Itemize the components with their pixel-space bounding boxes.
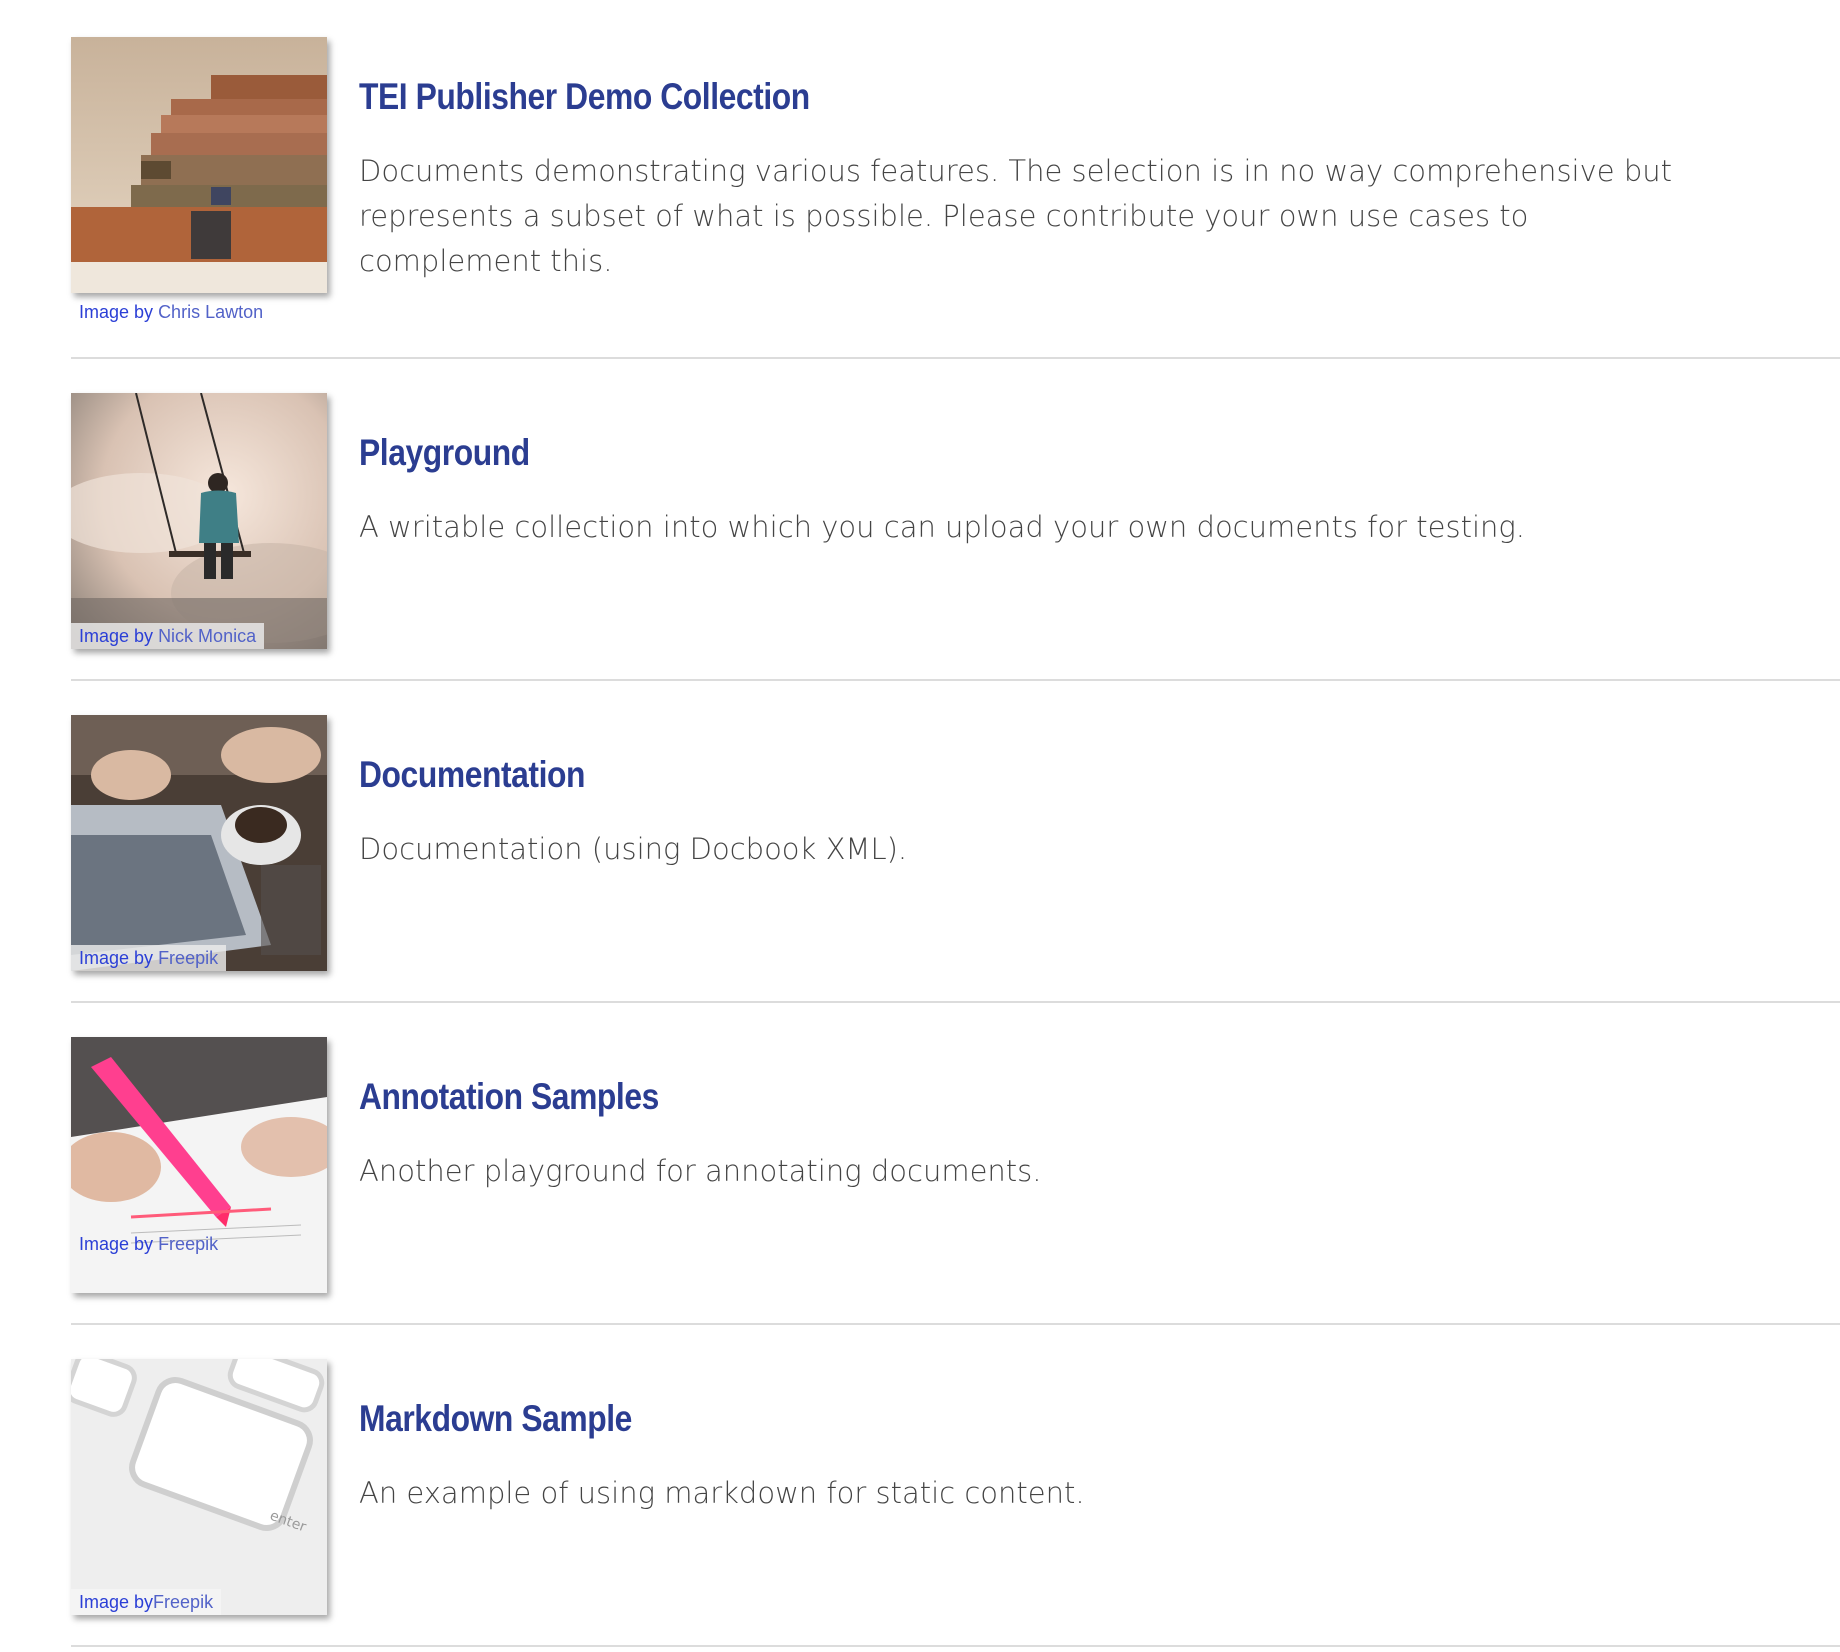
credit-prefix: Image by: [79, 626, 154, 646]
image-credit: Image by Freepik: [71, 1231, 327, 1257]
collection-thumbnail-keyboard[interactable]: enter Image byFreepik: [71, 1359, 327, 1615]
collection-item: enter Image byFreepik Markdown Sample An…: [71, 1325, 1840, 1647]
books-image: [71, 37, 327, 293]
collection-description: A writable collection into which you can…: [359, 510, 1526, 544]
collection-title-link[interactable]: TEI Publisher Demo Collection: [359, 73, 1563, 121]
image-credit: Image by Nick Monica: [71, 623, 265, 649]
collection-description: An example of using markdown for static …: [359, 1476, 1085, 1510]
collection-item: Image by Nick Monica Playground A writab…: [71, 359, 1840, 681]
credit-author-link[interactable]: Chris Lawton: [158, 302, 263, 322]
credit-author-link[interactable]: Freepik: [158, 948, 218, 968]
credit-prefix: Image by: [79, 302, 154, 322]
credit-prefix: Image by: [79, 948, 154, 968]
image-credit: Image byFreepik: [71, 1589, 222, 1615]
credit-author-link[interactable]: Freepik: [158, 1234, 218, 1254]
collection-text: Annotation Samples Another playground fo…: [359, 1073, 1759, 1194]
collection-list: Image by Chris Lawton TEI Publisher Demo…: [71, 37, 1840, 1647]
collection-text: TEI Publisher Demo Collection Documents …: [359, 73, 1759, 284]
collection-description: Documentation (using Docbook XML).: [359, 832, 908, 866]
collection-item: Image by Chris Lawton TEI Publisher Demo…: [71, 37, 1840, 359]
image-credit: Image by Freepik: [71, 945, 227, 971]
collection-text: Markdown Sample An example of using mark…: [359, 1395, 1759, 1516]
collection-title-link[interactable]: Documentation: [359, 751, 1563, 799]
collection-title-link[interactable]: Markdown Sample: [359, 1395, 1563, 1443]
collection-text: Documentation Documentation (using Docbo…: [359, 751, 1759, 872]
collection-thumbnail-books[interactable]: [71, 37, 327, 293]
collection-description: Another playground for annotating docume…: [359, 1154, 1042, 1188]
collection-thumbnail-laptop[interactable]: Image by Freepik: [71, 715, 327, 971]
collection-title-link[interactable]: Playground: [359, 429, 1563, 477]
collection-item: Image by Freepik Annotation Samples Anot…: [71, 1003, 1840, 1325]
collection-item: Image by Freepik Documentation Documenta…: [71, 681, 1840, 1003]
keyboard-image: enter: [71, 1359, 327, 1615]
laptop-image: [71, 715, 327, 971]
collection-title-link[interactable]: Annotation Samples: [359, 1073, 1563, 1121]
collection-thumbnail-swing[interactable]: Image by Nick Monica: [71, 393, 327, 649]
credit-prefix: Image by: [79, 1234, 154, 1254]
credit-author-link[interactable]: Nick Monica: [158, 626, 256, 646]
swing-image: [71, 393, 327, 649]
credit-author-link[interactable]: Freepik: [153, 1592, 213, 1612]
image-credit: Image by Chris Lawton: [71, 299, 271, 325]
credit-prefix: Image by: [79, 1592, 154, 1612]
collection-text: Playground A writable collection into wh…: [359, 429, 1759, 550]
collection-description: Documents demonstrating various features…: [359, 154, 1672, 278]
